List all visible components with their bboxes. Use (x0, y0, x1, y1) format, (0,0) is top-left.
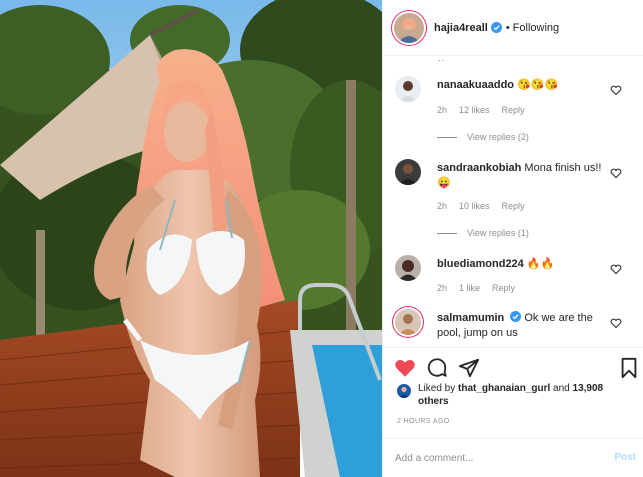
comments-list[interactable]: ‥ nanaakuaaddo 😘😘😘 2h 12 likes Reply Vie… (383, 57, 643, 347)
comment-text: 🔥🔥 (526, 258, 555, 270)
replies-divider (437, 232, 457, 234)
reply-button[interactable]: Reply (502, 201, 525, 211)
comment-meta: 2h 1 like Reply (437, 283, 515, 293)
verified-badge-icon (510, 311, 522, 322)
comment-text: 😘😘😘 (517, 79, 559, 91)
comment-like-icon[interactable] (610, 84, 622, 96)
post-sidebar: hajia4reall • Following ‥ nanaakuaaddo 😘… (382, 0, 643, 477)
commenter-avatar[interactable] (395, 76, 421, 102)
header-separator: • (505, 21, 510, 34)
post-timestamp[interactable]: 2 HOURS AGO (397, 418, 450, 425)
post-header: hajia4reall • Following (383, 0, 643, 56)
comment-item: nanaakuaaddo 😘😘😘 2h 12 likes Reply View … (395, 76, 640, 156)
replies-divider (437, 136, 457, 138)
post-photo[interactable] (0, 0, 382, 477)
post-comment-button[interactable]: Post (614, 452, 636, 463)
reply-button[interactable]: Reply (502, 105, 525, 115)
comment-body: sandraankobiah Mona finish us!! 😛 (437, 161, 617, 191)
commenter-username[interactable]: sandraankobiah (437, 162, 521, 174)
view-replies[interactable]: View replies (2) (437, 132, 529, 142)
bookmark-icon[interactable] (618, 357, 640, 379)
view-replies[interactable]: View replies (1) (437, 228, 529, 238)
post-image (0, 0, 382, 477)
commenter-username[interactable]: nanaakuaaddo (437, 79, 514, 91)
reply-button[interactable]: Reply (492, 283, 515, 293)
comment-like-icon[interactable] (610, 317, 622, 329)
comment-time: 2h (437, 283, 448, 293)
likes-text: Liked by that_ghanaian_gurl and 13,908 o… (418, 382, 632, 408)
comment-meta: 2h 10 likes Reply (437, 201, 525, 211)
comment-bubble-icon[interactable] (426, 357, 448, 379)
liked-by-and: and (550, 383, 573, 394)
likes-summary: Liked by that_ghanaian_gurl and 13,908 o… (397, 382, 632, 408)
comment-time: 2h (437, 105, 448, 115)
heart-filled-icon[interactable] (394, 357, 416, 379)
comment-likes-count[interactable]: 10 likes (459, 201, 490, 211)
view-replies-label[interactable]: View replies (1) (467, 228, 529, 238)
comment-body: salmamumin Ok we are the pool, jump on u… (437, 311, 617, 341)
liker-avatar[interactable] (397, 384, 411, 398)
comment-like-icon[interactable] (610, 167, 622, 179)
commenter-username[interactable]: bluediamond224 (437, 258, 524, 270)
author-username[interactable]: hajia4reall (434, 22, 488, 34)
commenter-avatar[interactable] (395, 309, 421, 335)
comment-input[interactable] (395, 449, 595, 467)
view-replies-label[interactable]: View replies (2) (467, 132, 529, 142)
comment-likes-count[interactable]: 1 like (459, 283, 480, 293)
author-avatar[interactable] (394, 12, 424, 43)
paper-plane-icon[interactable] (458, 357, 480, 379)
comment-time: 2h (437, 201, 448, 211)
liker-username[interactable]: that_ghanaian_gurl (458, 383, 550, 394)
verified-badge-icon (490, 22, 502, 33)
comment-item: salmamumin Ok we are the pool, jump on u… (395, 309, 640, 347)
comment-item: sandraankobiah Mona finish us!! 😛 2h 10 … (395, 159, 640, 244)
comment-likes-count[interactable]: 12 likes (459, 105, 490, 115)
comment-body: bluediamond224 🔥🔥 (437, 257, 617, 272)
comment-item: bluediamond224 🔥🔥 2h 1 like Reply (395, 255, 640, 305)
truncated-comment-edge: ‥ (438, 57, 445, 63)
add-comment-bar: Post (383, 438, 643, 477)
commenter-username[interactable]: salmamumin (437, 312, 504, 324)
comment-body: nanaakuaaddo 😘😘😘 (437, 78, 617, 93)
commenter-avatar[interactable] (395, 159, 421, 185)
post-action-bar (383, 347, 643, 387)
liked-by-prefix: Liked by (418, 383, 459, 394)
comment-like-icon[interactable] (610, 263, 622, 275)
following-button[interactable]: Following (513, 22, 559, 34)
comment-meta: 2h 12 likes Reply (437, 105, 525, 115)
commenter-avatar[interactable] (395, 255, 421, 281)
